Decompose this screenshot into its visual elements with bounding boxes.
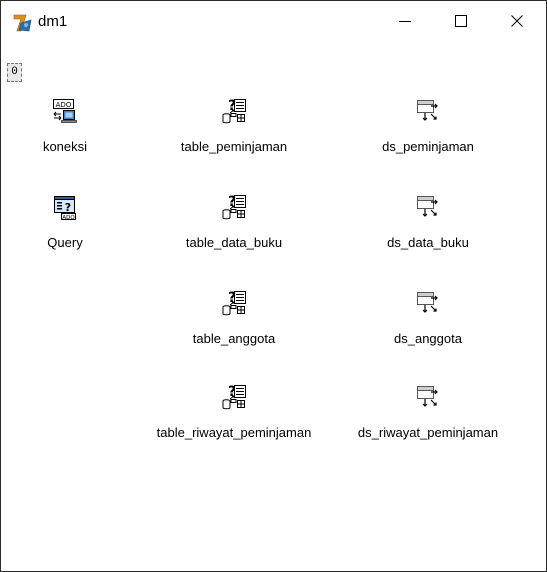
ado-query-icon: ? ADO — [54, 196, 76, 221]
designer-surface[interactable] — [1, 56, 546, 571]
window-title: dm1 — [38, 13, 68, 30]
svg-text:ADO: ADO — [62, 215, 75, 221]
close-icon — [511, 15, 523, 27]
ado-table-icon — [220, 97, 248, 125]
ado-connection-icon: ADO — [53, 99, 77, 123]
ado-table-icon — [220, 289, 248, 317]
minimize-button[interactable] — [382, 1, 428, 41]
minimize-icon — [399, 21, 411, 22]
datasource-icon — [414, 383, 442, 411]
maximize-button[interactable] — [438, 1, 484, 41]
datasource-icon — [414, 289, 442, 317]
component-label: ds_data_buku — [387, 235, 469, 250]
datasource-icon — [414, 193, 442, 221]
datasource-icon — [414, 97, 442, 125]
component-label: ds_peminjaman — [382, 139, 474, 154]
svg-text:ADO: ADO — [56, 101, 72, 109]
close-button[interactable] — [494, 1, 540, 41]
selection-marker[interactable]: 0 — [7, 63, 22, 82]
ado-table-icon — [220, 193, 248, 221]
delphi-app-icon — [13, 14, 32, 32]
ado-table-icon — [220, 383, 248, 411]
component-label: ds_anggota — [394, 331, 462, 346]
title-bar[interactable]: dm1 — [1, 1, 546, 41]
component-label: ds_riwayat_peminjaman — [357, 425, 499, 440]
maximize-icon — [455, 15, 467, 27]
svg-text:?: ? — [65, 201, 71, 214]
datamodule-window: dm1 0 ADO koneksi ? ADO Query table_pemi… — [0, 0, 547, 572]
